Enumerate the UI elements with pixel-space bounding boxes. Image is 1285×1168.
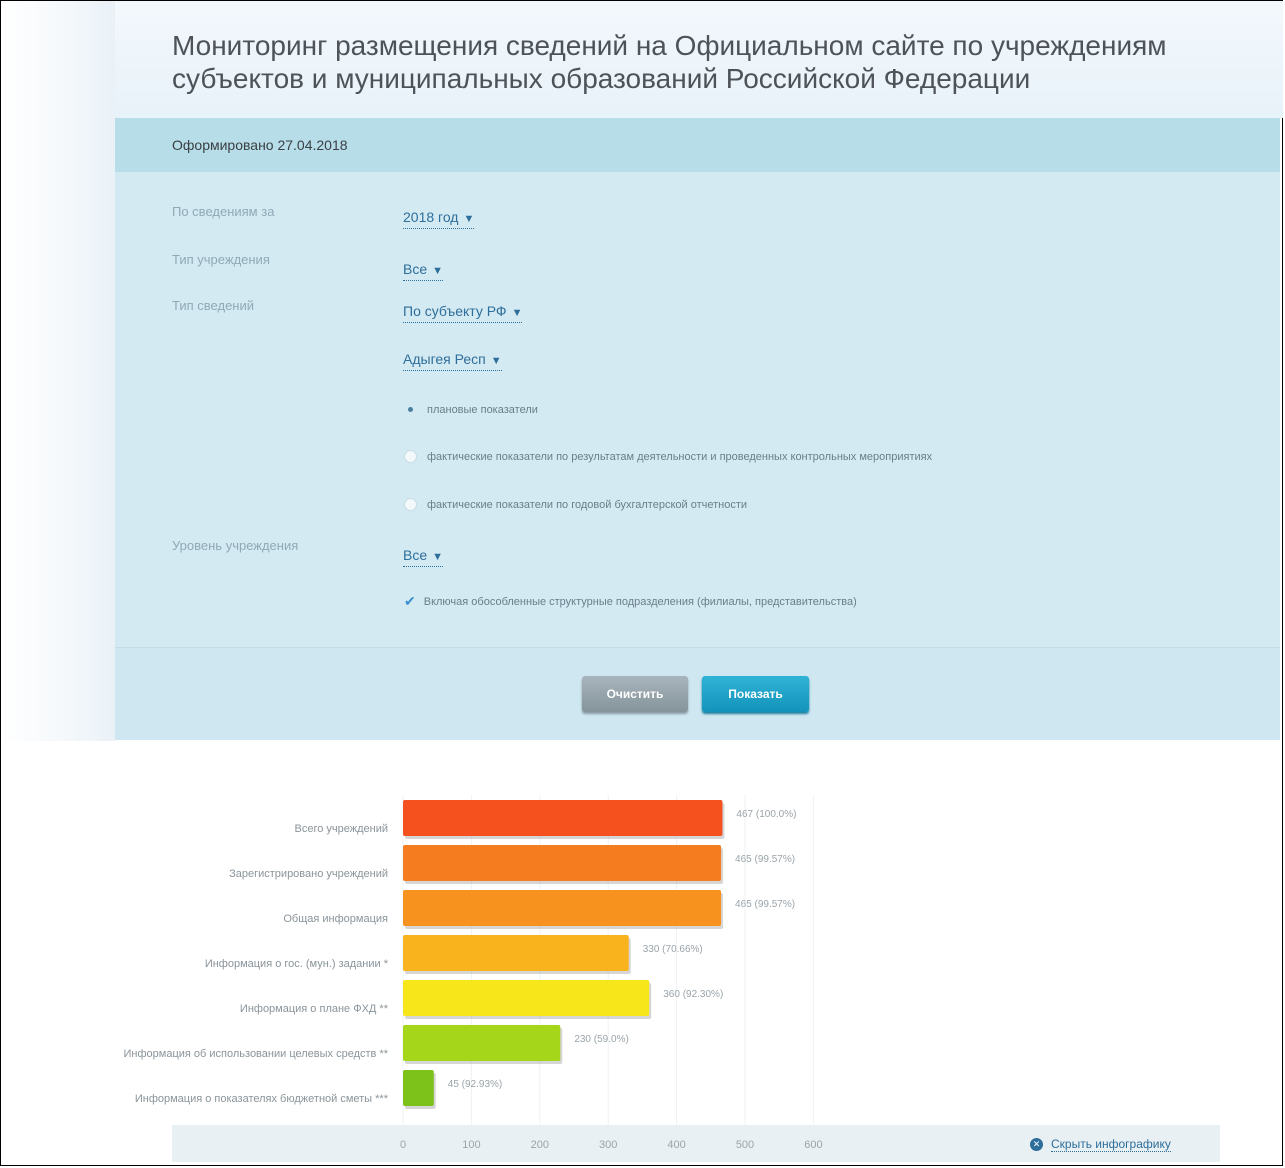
tick-label: 500 bbox=[736, 1139, 754, 1151]
infographic-chart: Всего учреждений 467 (100.0%) Зарегистриро… bbox=[124, 795, 823, 1151]
info-type-value: По субъекту РФ bbox=[403, 303, 507, 319]
data-label: 465 (99.57%) bbox=[735, 854, 795, 865]
bar bbox=[403, 845, 722, 881]
bar bbox=[403, 935, 629, 971]
radio-actual-control-label: фактические показатели по результатам де… bbox=[427, 450, 933, 463]
category-label: Информация о плане ФХД ** bbox=[240, 1003, 389, 1015]
bar bbox=[403, 1070, 434, 1106]
institution-type-value: Все bbox=[403, 261, 428, 277]
tick-label: 200 bbox=[531, 1139, 549, 1151]
tick-label: 300 bbox=[599, 1139, 617, 1151]
tick-label: 0 bbox=[400, 1139, 406, 1151]
show-button[interactable]: Показать bbox=[702, 676, 809, 712]
tick-label: 600 bbox=[804, 1139, 822, 1151]
period-value: 2018 год bbox=[403, 209, 459, 225]
chevron-down-icon: ▼ bbox=[511, 307, 523, 319]
bar bbox=[403, 890, 722, 926]
category-label: Информация об использовании целевых сред… bbox=[124, 1048, 389, 1060]
category-label: Информация о показателях бюджетной сметы… bbox=[135, 1093, 389, 1105]
period-dropdown[interactable]: 2018 год ▼ bbox=[403, 209, 475, 229]
info-type-label: Тип сведений bbox=[172, 298, 255, 313]
radio-icon bbox=[404, 450, 417, 463]
category-label: Всего учреждений bbox=[295, 823, 389, 835]
region-value: Адыгея Респ bbox=[403, 351, 486, 367]
radio-actual-control[interactable]: фактические показатели по результатам де… bbox=[404, 450, 932, 463]
form-actions bbox=[115, 647, 1280, 740]
chevron-down-icon: ▼ bbox=[463, 213, 475, 225]
category-label: Информация о гос. (мун.) задании * bbox=[205, 958, 389, 970]
data-label: 330 (70.66%) bbox=[643, 944, 703, 955]
level-label: Уровень учреждения bbox=[172, 538, 299, 553]
radio-icon bbox=[404, 498, 417, 511]
chevron-down-icon: ▼ bbox=[432, 265, 444, 277]
radio-selected-icon bbox=[404, 403, 417, 416]
chevron-down-icon: ▼ bbox=[490, 355, 502, 367]
radio-planned-label: плановые показатели bbox=[427, 403, 538, 416]
page-header: Мониторинг размещения сведений на Официа… bbox=[115, 1, 1283, 118]
bar bbox=[403, 1025, 561, 1061]
institution-type-label: Тип учреждения bbox=[172, 252, 270, 267]
institution-type-dropdown[interactable]: Все ▼ bbox=[403, 261, 444, 281]
period-label: По сведениям за bbox=[172, 204, 275, 219]
level-dropdown[interactable]: Все ▼ bbox=[403, 547, 444, 567]
hide-infographic-label: Скрыть инфографику bbox=[1051, 1137, 1171, 1152]
chevron-down-icon: ▼ bbox=[432, 551, 444, 563]
tick-label: 400 bbox=[667, 1139, 685, 1151]
data-label: 45 (92.93%) bbox=[448, 1079, 502, 1090]
include-branches-checkbox[interactable]: ✔ Включая обособленные структурные подра… bbox=[404, 593, 857, 610]
checkmark-icon: ✔ bbox=[404, 593, 416, 609]
radio-actual-accounting[interactable]: фактические показатели по годовой бухгал… bbox=[404, 498, 747, 511]
category-label: Зарегистрировано учреждений bbox=[229, 868, 388, 880]
region-dropdown[interactable]: Адыгея Респ ▼ bbox=[403, 351, 502, 371]
data-label: 360 (92.30%) bbox=[663, 989, 723, 1000]
include-branches-label: Включая обособленные структурные подразд… bbox=[423, 595, 857, 608]
radio-actual-accounting-label: фактические показатели по годовой бухгал… bbox=[427, 498, 748, 511]
data-label: 467 (100.0%) bbox=[736, 809, 796, 820]
data-label: 230 (59.0%) bbox=[574, 1034, 628, 1045]
left-background bbox=[1, 1, 115, 741]
clear-button[interactable]: Очистить bbox=[582, 676, 688, 712]
level-value: Все bbox=[403, 547, 428, 563]
category-label: Общая информация bbox=[283, 913, 388, 925]
page-title: Мониторинг размещения сведений на Официа… bbox=[172, 30, 1167, 94]
radio-planned[interactable]: плановые показатели bbox=[404, 403, 538, 416]
close-circle-icon: ✕ bbox=[1030, 1138, 1043, 1151]
generated-date: Оформировано 27.04.2018 bbox=[172, 137, 348, 153]
filter-form bbox=[115, 172, 1280, 647]
tick-label: 100 bbox=[462, 1139, 480, 1151]
bar bbox=[403, 800, 723, 836]
info-type-dropdown[interactable]: По субъекту РФ ▼ bbox=[403, 303, 523, 323]
generated-bar: Оформировано 27.04.2018 bbox=[115, 118, 1280, 172]
bar bbox=[403, 980, 650, 1016]
data-label: 465 (99.57%) bbox=[735, 899, 795, 910]
hide-infographic-link[interactable]: ✕ Скрыть инфографику bbox=[1030, 1137, 1171, 1152]
